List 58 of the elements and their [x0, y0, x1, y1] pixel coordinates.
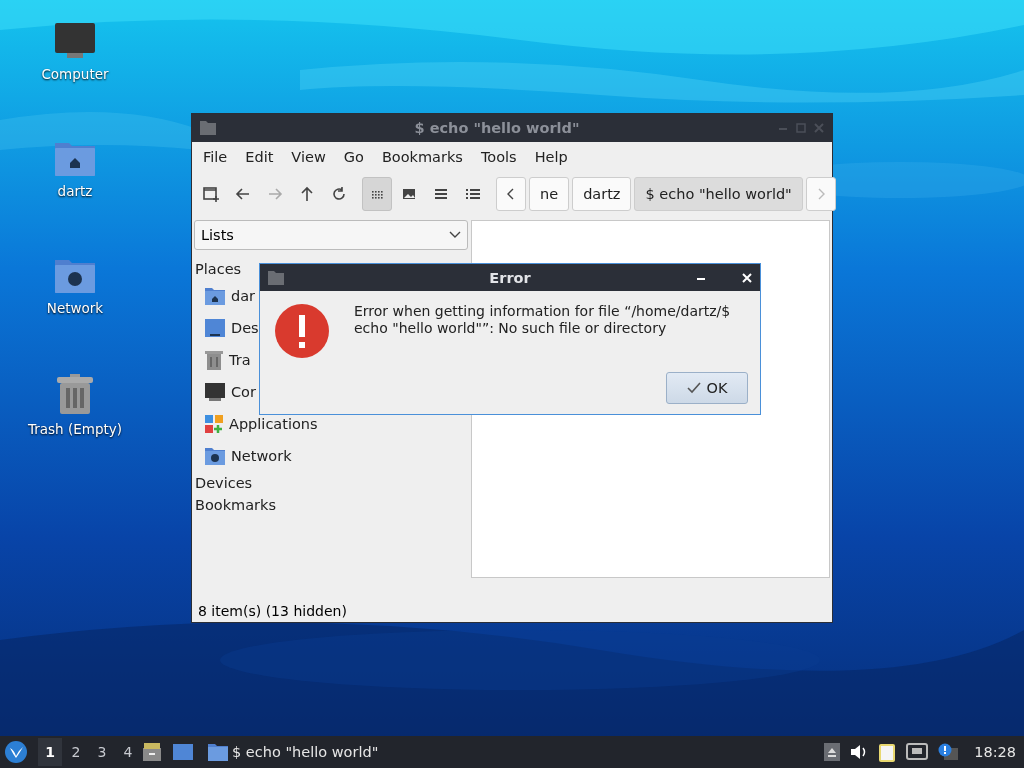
clipboard-icon[interactable]	[878, 742, 897, 762]
sidebar-item[interactable]: Des	[231, 320, 259, 336]
dialog-title: Error	[488, 269, 532, 286]
network-folder-icon	[205, 447, 225, 465]
menu-item[interactable]: Edit	[236, 146, 283, 168]
error-message: Error when getting information for file “/home/dartz/$ echo "hello world"”: No such file or directory	[354, 303, 732, 338]
desktop-icon	[205, 319, 225, 337]
start-menu-icon[interactable]	[4, 740, 28, 764]
checkmark-icon	[686, 382, 701, 394]
new-tab-icon	[202, 185, 220, 203]
status-text: 8 item(s) (13 hidden)	[198, 603, 347, 619]
chevron-down-icon	[449, 231, 461, 239]
desktop-icon-label[interactable]: dartz	[57, 183, 93, 199]
network-wired-icon[interactable]	[906, 743, 929, 761]
monitor-icon	[54, 22, 96, 60]
sidebar-item[interactable]: Network	[231, 448, 292, 464]
notification-icon[interactable]	[938, 743, 959, 761]
menu-item[interactable]: View	[282, 146, 335, 168]
window-title: $ echo "hello world"	[413, 120, 581, 136]
menu-item[interactable]: Help	[525, 146, 577, 168]
monitor-icon	[205, 383, 225, 401]
desktop-icon-label[interactable]: Network	[46, 300, 104, 316]
breadcrumb-button[interactable]: dartz	[572, 177, 632, 211]
workspace-button[interactable]: 2	[64, 738, 88, 766]
workspace-button[interactable]: 1	[38, 738, 62, 766]
menu-item[interactable]: Tools	[471, 146, 526, 168]
folder-icon	[268, 270, 284, 285]
breadcrumb-button[interactable]: ne	[529, 177, 570, 211]
sidebar-section-header[interactable]: Devices	[194, 472, 468, 494]
chevron-right-icon	[816, 188, 825, 200]
folder-icon	[200, 121, 216, 135]
trash-icon	[205, 350, 223, 370]
folder-icon	[208, 743, 228, 761]
sidebar-section-header[interactable]: Bookmarks	[194, 494, 468, 516]
breadcrumb-button[interactable]: $ echo "hello world"	[634, 177, 803, 211]
clock: 18:28	[974, 744, 1016, 760]
sidebar-item[interactable]: dar	[231, 288, 256, 304]
ok-button[interactable]: OK	[666, 372, 748, 404]
workspace-button[interactable]: 3	[90, 738, 114, 766]
reload-icon	[330, 185, 348, 203]
desktop-icon[interactable]	[172, 743, 194, 761]
desktop-icon-label[interactable]: Trash (Empty)	[27, 421, 122, 437]
taskbar-window-button[interactable]: $ echo "hello world"	[204, 743, 383, 761]
side-pane-dropdown[interactable]: Lists	[194, 220, 468, 250]
trash-icon	[56, 373, 94, 415]
error-icon	[274, 303, 330, 359]
sidebar-item[interactable]: Tra	[229, 352, 251, 368]
menu-item[interactable]: Bookmarks	[372, 146, 472, 168]
sidebar-item[interactable]: Applications	[229, 416, 318, 432]
menu-item[interactable]: Go	[334, 146, 373, 168]
eject-icon[interactable]	[824, 743, 841, 761]
file-cabinet-icon[interactable]	[142, 742, 162, 762]
workspace-button[interactable]: 4	[116, 738, 140, 766]
applications-icon	[205, 415, 223, 433]
sidebar-item[interactable]: Cor	[231, 384, 256, 400]
chevron-left-icon	[507, 188, 515, 200]
home-folder-icon	[205, 287, 225, 305]
menu-item[interactable]: File	[194, 146, 237, 168]
